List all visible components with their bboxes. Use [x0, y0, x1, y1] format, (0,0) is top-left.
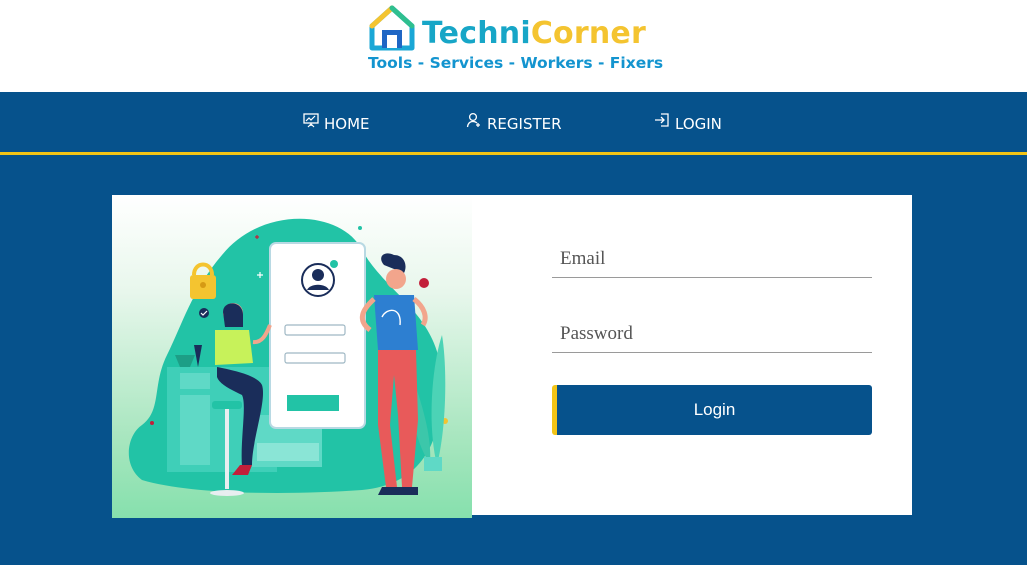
house-icon: [369, 5, 415, 51]
lock-icon: [190, 262, 216, 299]
brand-name: TechniCorner: [422, 16, 646, 51]
login-button[interactable]: Login: [552, 385, 872, 435]
main-navbar: HOME REGISTER LOGIN: [0, 92, 1027, 155]
login-form: Login: [552, 195, 872, 515]
brand-name-part2: Corner: [530, 16, 646, 51]
login-card: Login: [112, 195, 912, 518]
nav-label-register: REGISTER: [487, 115, 562, 133]
user-add-icon: [466, 112, 480, 128]
site-header: TechniCorner Tools - Services - Workers …: [0, 0, 1027, 92]
nav-item-register[interactable]: REGISTER: [466, 112, 562, 134]
brand-name-part1: Techni: [422, 16, 531, 51]
sign-in-icon: [655, 113, 669, 127]
brand-logo[interactable]: TechniCorner Tools - Services - Workers …: [368, 4, 663, 88]
nav-label-home: HOME: [324, 115, 370, 133]
login-illustration: [112, 195, 472, 518]
email-field[interactable]: [552, 240, 872, 278]
password-field[interactable]: [552, 315, 872, 353]
presentation-icon: [303, 113, 319, 128]
nav-item-home[interactable]: HOME: [303, 113, 370, 134]
nav-item-login[interactable]: LOGIN: [654, 113, 722, 134]
nav-label-login: LOGIN: [675, 115, 722, 133]
illustration-art: [128, 218, 448, 496]
main-section: Login: [0, 155, 1027, 565]
brand-tagline: Tools - Services - Workers - Fixers: [368, 54, 664, 72]
